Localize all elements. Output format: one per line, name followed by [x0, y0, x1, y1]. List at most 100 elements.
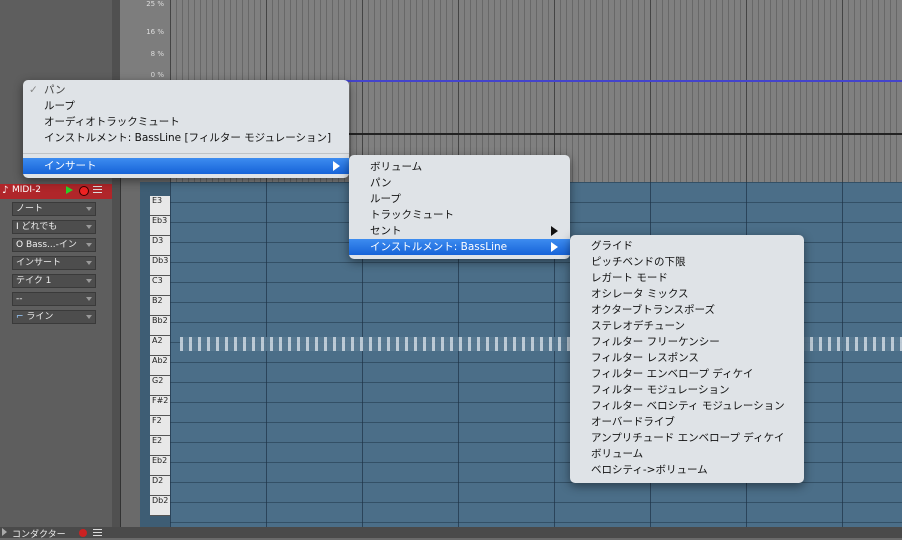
menu-item-label: ループ [44, 100, 75, 112]
bassline-parameter-submenu: グライド ピッチベンドの下限 レガート モード オシレータ ミックス オクターブ… [570, 235, 804, 483]
menu-item-volume[interactable]: ボリューム [349, 159, 570, 175]
menu-item-insert[interactable]: インサート [23, 158, 349, 174]
menu-item-param[interactable]: オシレータ ミックス [570, 286, 804, 302]
piano-key[interactable]: D2 [150, 476, 170, 496]
menu-item-param[interactable]: ボリューム [570, 446, 804, 462]
disclosure-triangle-icon[interactable] [2, 528, 7, 536]
track-name[interactable]: MIDI-2 [12, 185, 41, 195]
menu-item-send[interactable]: セント [349, 223, 570, 239]
menu-item-label: インサート [44, 160, 97, 172]
chevron-down-icon [86, 297, 92, 301]
output-select[interactable]: O Bass...-イン [12, 238, 96, 252]
menu-item-param[interactable]: ステレオデチューン [570, 318, 804, 334]
piano-key[interactable]: G2 [150, 376, 170, 396]
menu-item-label: フィルター エンベロープ ディケイ [591, 368, 754, 380]
chevron-down-icon [86, 261, 92, 265]
record-icon[interactable] [79, 529, 87, 537]
menu-item-instrument-bassline[interactable]: インストルメント: BassLine [349, 239, 570, 255]
automation-select[interactable]: -- [12, 292, 96, 306]
menu-item-label: ベロシティ->ボリューム [591, 464, 708, 476]
menu-item-label: レガート モード [591, 272, 668, 284]
channel-select[interactable]: I どれでも [12, 220, 96, 234]
menu-item-loop[interactable]: ループ [349, 191, 570, 207]
percent-scale: 25 % 16 % 8 % 0 % [120, 0, 170, 82]
piano-key[interactable]: Db3 [150, 256, 170, 276]
piano-key[interactable]: F2 [150, 416, 170, 436]
chevron-down-icon [86, 315, 92, 319]
record-icon[interactable] [79, 186, 89, 196]
select-value: どれでも [21, 222, 58, 232]
conductor-label: コンダクター [12, 530, 66, 540]
piano-key[interactable]: B2 [150, 296, 170, 316]
piano-key[interactable]: Eb3 [150, 216, 170, 236]
menu-item-track-mute[interactable]: トラックミュート [349, 207, 570, 223]
menu-icon[interactable] [93, 529, 102, 537]
menu-icon[interactable] [93, 186, 102, 194]
piano-key[interactable]: F#2 [150, 396, 170, 416]
take-select[interactable]: テイク 1 [12, 274, 96, 288]
select-value: Bass...-イン [25, 240, 77, 250]
menu-item-audio-track-mute[interactable]: オーディオトラックミュート [23, 114, 349, 130]
menu-item-param[interactable]: オクターブトランスポーズ [570, 302, 804, 318]
chevron-down-icon [86, 207, 92, 211]
note-select[interactable]: ノート [12, 202, 96, 216]
menu-item-label: トラックミュート [370, 209, 454, 221]
menu-item-label: ループ [370, 193, 401, 205]
piano-key[interactable]: Bb2 [150, 316, 170, 336]
menu-item-label: オシレータ ミックス [591, 288, 689, 300]
automation-parameter-menu: ✓ パン ループ オーディオトラックミュート インストルメント: BassLin… [23, 80, 349, 178]
select-value: インサート [16, 258, 62, 268]
menu-item-param[interactable]: フィルター エンベロープ ディケイ [570, 366, 804, 382]
piano-key[interactable]: A2 [150, 336, 170, 356]
piano-key[interactable]: Db2 [150, 496, 170, 516]
menu-item-param[interactable]: フィルター フリーケンシー [570, 334, 804, 350]
menu-item-param[interactable]: フィルター モジュレーション [570, 382, 804, 398]
piano-key[interactable]: D3 [150, 236, 170, 256]
insert-select[interactable]: インサート [12, 256, 96, 270]
select-value: -- [16, 294, 23, 304]
menu-item-param[interactable]: オーバードライブ [570, 414, 804, 430]
piano-key[interactable]: Ab2 [150, 356, 170, 376]
select-value: テイク 1 [16, 276, 52, 286]
menu-item-label: ボリューム [370, 161, 423, 173]
menu-item-param[interactable]: ピッチベンドの下限 [570, 254, 804, 270]
submenu-arrow-icon [551, 226, 558, 236]
menu-item-label: フィルター モジュレーション [591, 384, 730, 396]
percent-label: 0 % [150, 71, 164, 79]
piano-key[interactable]: C3 [150, 276, 170, 296]
percent-label: 25 % [146, 0, 164, 8]
insert-submenu: ボリューム パン ループ トラックミュート セント インストルメント: Bass… [349, 155, 570, 259]
menu-item-label: オーディオトラックミュート [44, 116, 180, 128]
chevron-down-icon [86, 279, 92, 283]
menu-item-label: グライド [591, 240, 633, 252]
menu-item-param[interactable]: アンプリチュード エンベロープ ディケイ [570, 430, 804, 446]
piano-key[interactable]: E2 [150, 436, 170, 456]
select-value: ノート [16, 204, 44, 214]
percent-label: 16 % [146, 28, 164, 36]
piano-key[interactable]: E3 [150, 196, 170, 216]
note-icon: ♪ [2, 185, 9, 196]
display-mode-select[interactable]: ⌐ ライン [12, 310, 96, 324]
menu-item-instrument-filter-mod[interactable]: インストルメント: BassLine [フィルター モジュレーション] [23, 130, 349, 146]
menu-item-label: パン [370, 177, 392, 189]
conductor-track-strip [0, 527, 902, 538]
menu-item-label: ピッチベンドの下限 [591, 256, 686, 268]
submenu-arrow-icon [333, 161, 340, 171]
piano-key[interactable]: Eb2 [150, 456, 170, 476]
menu-item-param[interactable]: グライド [570, 238, 804, 254]
menu-item-param[interactable]: フィルター ベロシティ モジュレーション [570, 398, 804, 414]
select-value: ライン [26, 312, 54, 322]
menu-item-label: ボリューム [591, 448, 644, 460]
menu-item-param[interactable]: フィルター レスポンス [570, 350, 804, 366]
submenu-arrow-icon [551, 242, 558, 252]
chevron-down-icon [86, 243, 92, 247]
menu-item-pan[interactable]: パン [349, 175, 570, 191]
menu-item-pan[interactable]: ✓ パン [23, 82, 349, 98]
line-icon: ⌐ [16, 312, 27, 322]
menu-item-param[interactable]: ベロシティ->ボリューム [570, 462, 804, 478]
play-icon[interactable] [66, 186, 73, 194]
menu-item-param[interactable]: レガート モード [570, 270, 804, 286]
menu-item-label: フィルター フリーケンシー [591, 336, 720, 348]
checkmark-icon: ✓ [29, 84, 38, 96]
menu-item-loop[interactable]: ループ [23, 98, 349, 114]
